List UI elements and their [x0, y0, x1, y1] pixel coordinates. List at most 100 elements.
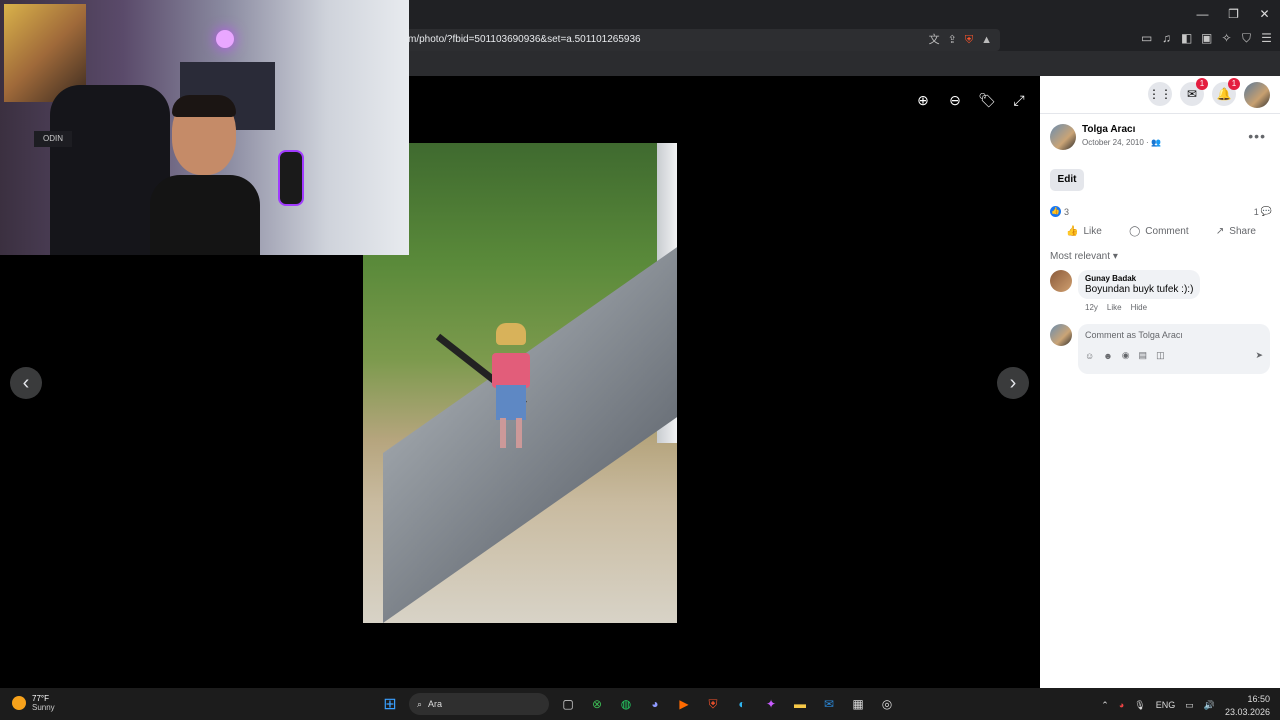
comment-age[interactable]: 12y: [1085, 303, 1098, 312]
messenger-icon[interactable]: ✉ 1: [1180, 78, 1208, 106]
commenter-name[interactable]: Gunay Badak: [1085, 274, 1193, 283]
translate-icon[interactable]: 文: [929, 29, 940, 51]
brave-browser-icon[interactable]: ⛨: [703, 694, 723, 714]
streamer-body: [150, 175, 260, 255]
copilot-icon[interactable]: ✦: [761, 694, 781, 714]
commenter-avatar[interactable]: [1050, 270, 1072, 292]
photo-child: [435, 323, 530, 453]
comment-placeholder: Comment as Tolga Aracı: [1085, 330, 1183, 340]
composer-tools: ☺ ☻ ◉ ▤ ◫ ➤: [1085, 350, 1263, 361]
edit-button[interactable]: Edit: [1050, 169, 1084, 191]
streamer-hair: [172, 95, 236, 117]
photo[interactable]: [363, 143, 677, 623]
send-icon[interactable]: ➤: [1255, 350, 1263, 361]
network-icon[interactable]: ▭: [1185, 700, 1194, 711]
webcam-overlay: ODIN: [0, 0, 409, 255]
author-avatar[interactable]: [1050, 124, 1076, 150]
share-label: Share: [1229, 226, 1256, 237]
reader-icon[interactable]: ▭: [1141, 31, 1152, 46]
whatsapp-icon[interactable]: ◍: [616, 694, 636, 714]
share-arrow-icon: ↗: [1215, 226, 1225, 237]
camera-icon[interactable]: ◉: [1122, 350, 1130, 361]
facebook-top-bar: ⋮⋮ ✉ 1 🔔 1: [1040, 76, 1280, 114]
date: 23.03.2026: [1224, 707, 1270, 717]
avatar-sticker-icon[interactable]: ☺: [1085, 351, 1094, 361]
reactions-summary[interactable]: 👍 3: [1050, 206, 1069, 217]
restore-button[interactable]: ❐: [1218, 0, 1249, 28]
comments-summary[interactable]: 1 💬: [1254, 206, 1272, 217]
more-options-icon[interactable]: •••: [1248, 128, 1266, 144]
terminal-icon[interactable]: ▶: [674, 694, 694, 714]
outlook-icon[interactable]: ✉: [819, 694, 839, 714]
zoom-out-icon[interactable]: ⊖: [945, 90, 965, 110]
thumbs-up-icon: 👍: [1066, 226, 1079, 237]
previous-photo-button[interactable]: ‹: [10, 367, 42, 399]
discord-icon[interactable]: ◕: [645, 694, 665, 714]
photo-floor: [383, 221, 677, 623]
post-actions: 👍 Like ◯ Comment ↗ Share: [1050, 226, 1272, 237]
post-header: Tolga Aracı October 24, 2010 · 👥: [1050, 124, 1161, 150]
post-date[interactable]: October 24, 2010 · 👥: [1082, 138, 1161, 147]
tag-icon[interactable]: 🏷: [977, 90, 997, 110]
comment-like-button[interactable]: Like: [1107, 303, 1122, 312]
zoom-in-icon[interactable]: ⊕: [913, 90, 933, 110]
store-icon[interactable]: ▦: [848, 694, 868, 714]
edge-icon[interactable]: ◐: [732, 694, 752, 714]
post-author[interactable]: Tolga Aracı: [1082, 124, 1161, 135]
xbox-icon[interactable]: ⊗: [587, 694, 607, 714]
like-button[interactable]: 👍 Like: [1066, 226, 1102, 237]
fullscreen-icon[interactable]: ⤢: [1009, 90, 1029, 110]
obs-icon[interactable]: ◎: [877, 694, 897, 714]
menu-icon[interactable]: ☰: [1261, 31, 1272, 46]
gif-icon[interactable]: ▤: [1139, 350, 1148, 361]
windows-start-icon[interactable]: ⊞: [380, 694, 400, 714]
extensions-toolbar: ▭ ♫ ◧ ▣ ✧ ⛉ ☰: [1141, 31, 1272, 46]
account-avatar[interactable]: [1244, 82, 1270, 108]
comment-sort-dropdown[interactable]: Most relevant ▾: [1050, 251, 1118, 262]
emoji-icon[interactable]: ☻: [1103, 351, 1112, 361]
weather-widget[interactable]: 77°F Sunny: [12, 694, 55, 712]
odin-box: ODIN: [34, 131, 72, 147]
wallet-icon[interactable]: ▣: [1201, 31, 1212, 46]
comment-icon: ◯: [1129, 226, 1141, 237]
comment-button[interactable]: ◯ Comment: [1129, 226, 1189, 237]
weather-condition: Sunny: [32, 703, 55, 712]
task-view-icon[interactable]: ▢: [558, 694, 578, 714]
weather-temp: 77°F: [32, 694, 49, 703]
next-photo-button[interactable]: ›: [997, 367, 1029, 399]
share-icon[interactable]: ⇪: [948, 29, 957, 51]
caret-down-icon: ▾: [1112, 251, 1118, 262]
microphone-icon[interactable]: 🎙: [1134, 700, 1145, 711]
leo-icon[interactable]: ✧: [1221, 31, 1232, 46]
search-icon: ⌕: [417, 698, 423, 709]
brave-rewards-icon[interactable]: ▲: [981, 29, 992, 51]
comment-hide-button[interactable]: Hide: [1131, 303, 1147, 312]
like-reaction-icon: 👍: [1050, 206, 1061, 217]
tray-app-icon[interactable]: ◕: [1119, 700, 1124, 710]
language-indicator[interactable]: ENG: [1156, 700, 1176, 710]
address-bar[interactable]: m/photo/?fbid=501103690936&set=a.5011012…: [400, 29, 1000, 51]
minimize-button[interactable]: —: [1187, 0, 1218, 28]
vpn-icon[interactable]: ⛉: [1241, 31, 1252, 46]
tray-overflow-icon[interactable]: ⌃: [1101, 700, 1109, 711]
comment-input[interactable]: Comment as Tolga Aracı ☺ ☻ ◉ ▤ ◫ ➤: [1078, 324, 1270, 374]
photo-child-pants: [496, 385, 526, 420]
clock[interactable]: 16:50 23.03.2026: [1225, 692, 1270, 718]
sticker-icon[interactable]: ◫: [1156, 350, 1165, 361]
volume-icon[interactable]: 🔊: [1204, 700, 1215, 711]
file-explorer-icon[interactable]: ▬: [790, 694, 810, 714]
photo-child-shirt: [492, 353, 530, 388]
brave-shield-icon[interactable]: ⛨: [965, 29, 973, 51]
viewer-toolbar: ⊕ ⊖ 🏷 ⤢: [913, 90, 1029, 110]
media-icon[interactable]: ♫: [1161, 31, 1172, 46]
composer-avatar: [1050, 324, 1072, 346]
notifications-icon[interactable]: 🔔 1: [1212, 78, 1240, 106]
sidebar-icon[interactable]: ◧: [1181, 31, 1192, 46]
close-button[interactable]: ✕: [1249, 0, 1280, 28]
share-button[interactable]: ↗ Share: [1216, 226, 1256, 237]
window-controls: — ❐ ✕: [1187, 0, 1280, 28]
comment-composer: Comment as Tolga Aracı ☺ ☻ ◉ ▤ ◫ ➤: [1050, 324, 1270, 374]
taskbar-search[interactable]: ⌕ Ara: [409, 693, 549, 715]
like-label: Like: [1083, 226, 1102, 237]
menu-grid-icon[interactable]: ⋮⋮: [1148, 82, 1172, 106]
